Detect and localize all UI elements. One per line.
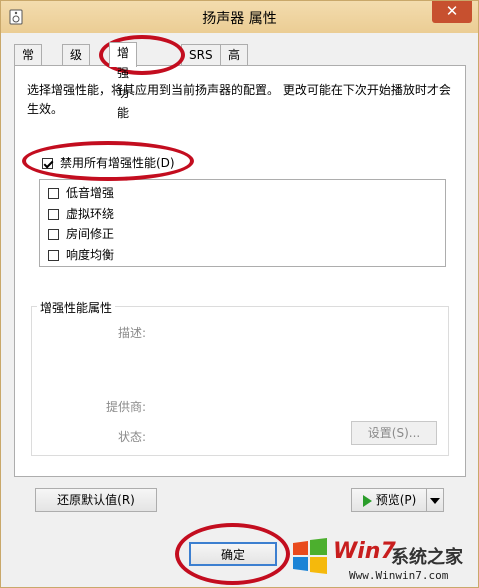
tab-srs[interactable]: SRS [181,44,221,65]
status-label: 状态: [117,430,146,444]
tab-enhancements[interactable]: 增强功能 [109,42,138,120]
ok-button[interactable]: 确定 [189,542,277,566]
checkbox-checked-icon[interactable] [42,158,53,169]
list-item[interactable]: 低音增强 [48,183,114,203]
effect-label: 房间修正 [66,227,115,241]
tab-levels[interactable]: 级别 [62,44,91,82]
restore-defaults-button[interactable]: 还原默认值(R) [35,488,157,512]
watermark-site-name: 系统之家 [391,547,463,568]
checkbox-icon[interactable] [48,229,59,240]
checkbox-icon[interactable] [48,250,59,261]
watermark-brand: Win7 [333,539,396,564]
enhancement-properties-legend: 增强性能属性 [37,299,116,316]
checkbox-icon[interactable] [48,209,59,220]
provider-label: 提供商: [105,400,146,414]
description-label: 描述: [117,326,146,340]
list-item[interactable]: 虚拟环绕 [48,204,114,224]
effect-label: 低音增强 [66,186,115,200]
settings-button[interactable]: 设置(S)... [351,421,437,445]
title-bar: 扬声器 属性 ✕ [1,1,478,33]
preview-label: 预览(P) [375,493,417,507]
enhancements-list: 低音增强 虚拟环绕 房间修正 响度均衡 [39,179,446,267]
chevron-down-icon[interactable] [426,489,443,511]
close-button[interactable]: ✕ [432,1,472,23]
watermark: Win7 系统之家 Www.Winwin7.com [289,535,474,585]
play-icon [362,494,372,507]
disable-all-enhancements-checkbox[interactable]: 禁用所有增强性能(D) [42,154,175,171]
list-item[interactable]: 响度均衡 [48,245,114,265]
checkbox-icon[interactable] [48,188,59,199]
tab-advanced[interactable]: 高级 [220,44,249,82]
effect-label: 响度均衡 [66,248,115,262]
enhancements-description: 选择增强性能，将其应用到当前扬声器的配置。 更改可能在下次开始播放时才会生效。 [27,83,451,116]
watermark-url: Www.Winwin7.com [349,569,449,582]
tab-general[interactable]: 常规 [14,44,43,82]
window-title: 扬声器 属性 [202,11,277,27]
effect-label: 虚拟环绕 [66,207,115,221]
disable-all-label: 禁用所有增强性能(D) [60,156,175,170]
preview-split-button[interactable]: 预览(P) [351,488,444,512]
speaker-properties-dialog: 扬声器 属性 ✕ 常规 级别 增强功能 SRS 高级 选择增强性能，将其应用到当… [0,0,479,588]
windows-logo-icon [293,538,327,574]
list-item[interactable]: 房间修正 [48,224,114,244]
